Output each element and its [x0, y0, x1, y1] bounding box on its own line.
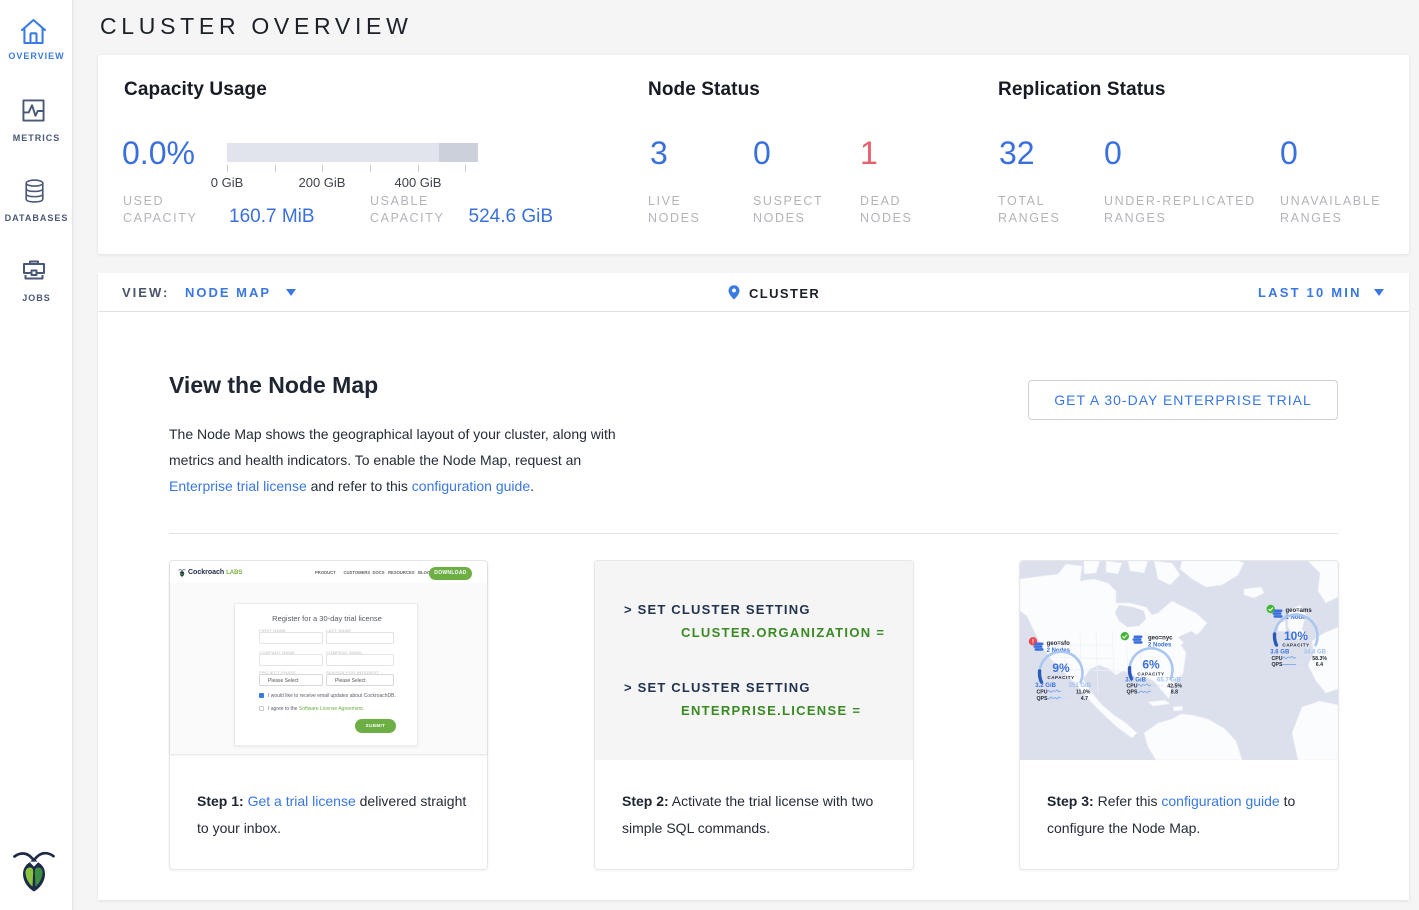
svg-text:351 GiB: 351 GiB [1069, 683, 1092, 689]
svg-text:CAPACITY: CAPACITY [1282, 643, 1309, 648]
svg-text:65.7 GiB: 65.7 GiB [1157, 677, 1182, 683]
svg-text:34.4 GB: 34.4 GB [1304, 650, 1327, 656]
svg-text:4.7: 4.7 [1081, 696, 1088, 702]
svg-text:CAPACITY: CAPACITY [1137, 672, 1164, 677]
svg-text:9%: 9% [1052, 661, 1070, 675]
svg-text:58.3%: 58.3% [1312, 656, 1327, 662]
svg-text:11.0%: 11.0% [1076, 690, 1091, 696]
svg-text:QPS: QPS [1272, 662, 1283, 668]
svg-text:CPU: CPU [1127, 684, 1138, 690]
svg-text:CAPACITY: CAPACITY [1047, 675, 1074, 680]
svg-text:CPU: CPU [1037, 690, 1048, 696]
svg-text:10%: 10% [1284, 629, 1308, 643]
svg-text:6.4: 6.4 [1316, 662, 1323, 668]
svg-text:42.5%: 42.5% [1167, 684, 1182, 690]
svg-text:QPS: QPS [1037, 696, 1048, 702]
svg-text:!: ! [1032, 640, 1034, 646]
svg-text:geo=nyc: geo=nyc [1148, 636, 1173, 642]
svg-text:8.8: 8.8 [1171, 690, 1178, 696]
svg-text:geo=sfo: geo=sfo [1047, 641, 1071, 647]
svg-text:QPS: QPS [1127, 690, 1138, 696]
svg-text:geo=ams: geo=ams [1286, 608, 1313, 614]
svg-text:3.2 GiB: 3.2 GiB [1035, 683, 1056, 689]
svg-text:CPU: CPU [1272, 656, 1283, 662]
svg-text:3.6 GB: 3.6 GB [1270, 650, 1290, 656]
svg-text:6%: 6% [1142, 658, 1160, 672]
svg-text:3.7 GiB: 3.7 GiB [1125, 677, 1146, 683]
